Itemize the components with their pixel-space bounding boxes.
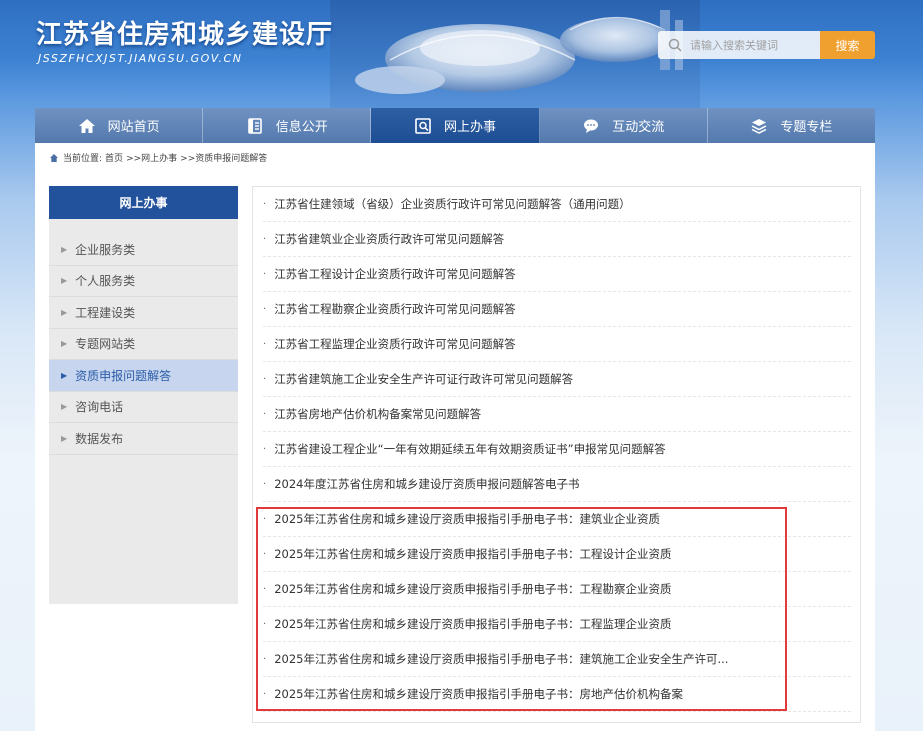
list-item-title: 江苏省建设工程企业“一年有效期延续五年有效期资质证书”申报常见问题解答 bbox=[274, 442, 666, 456]
sidebar-item-label: 工程建设类 bbox=[75, 305, 136, 320]
bullet: · bbox=[263, 513, 267, 525]
sidebar-item-label: 专题网站类 bbox=[75, 337, 136, 352]
list-item[interactable]: · 江苏省房地产估价机构备案常见问题解答 bbox=[263, 397, 851, 432]
search-box bbox=[658, 31, 820, 59]
list-item-title: 江苏省房地产估价机构备案常见问题解答 bbox=[274, 407, 482, 421]
nav-label: 互动交流 bbox=[612, 120, 665, 135]
list-item-title: 2025年江苏省住房和城乡建设厅资质申报指引手册电子书：工程监理企业资质 bbox=[274, 617, 672, 631]
bullet: · bbox=[263, 548, 267, 560]
bullet: · bbox=[263, 268, 267, 280]
list-item[interactable]: · 江苏省建筑业企业资质行政许可常见问题解答 bbox=[263, 222, 851, 257]
list-item[interactable]: · 江苏省工程监理企业资质行政许可常见问题解答 bbox=[263, 327, 851, 362]
bullet: · bbox=[263, 303, 267, 315]
chevron-right-icon: ▶ bbox=[61, 276, 68, 286]
list-item-title: 2025年江苏省住房和城乡建设厅资质申报指引手册电子书：工程勘察企业资质 bbox=[274, 582, 672, 596]
breadcrumb-prefix: 当前位置: bbox=[63, 154, 103, 164]
list-item[interactable]: · 江苏省工程勘察企业资质行政许可常见问题解答 bbox=[263, 292, 851, 327]
chevron-right-icon: ▶ bbox=[61, 433, 68, 443]
sidebar-item-enterprise[interactable]: ▶ 企业服务类 bbox=[49, 234, 238, 266]
bullet: · bbox=[263, 478, 267, 490]
list-item-title: 江苏省工程监理企业资质行政许可常见问题解答 bbox=[274, 337, 516, 351]
sidebar-title: 网上办事 bbox=[49, 186, 238, 219]
sidebar-item-data-release[interactable]: ▶ 数据发布 bbox=[49, 423, 238, 455]
search-button[interactable]: 搜索 bbox=[820, 31, 875, 59]
nav-item-interaction[interactable]: 互动交流 bbox=[539, 108, 708, 143]
bullet: · bbox=[263, 408, 267, 420]
chevron-right-icon: ▶ bbox=[61, 339, 68, 349]
sidebar-item-construction[interactable]: ▶ 工程建设类 bbox=[49, 297, 238, 329]
sidebar-item-qualification-faq[interactable]: ▶ 资质申报问题解答 bbox=[49, 360, 238, 392]
list-item-title: 2025年江苏省住房和城乡建设厅资质申报指引手册电子书：建筑业企业资质 bbox=[274, 512, 660, 526]
document-icon bbox=[247, 117, 262, 134]
nav-item-topics[interactable]: 专题专栏 bbox=[707, 108, 876, 143]
list-item[interactable]: · 江苏省建设工程企业“一年有效期延续五年有效期资质证书”申报常见问题解答 bbox=[263, 432, 851, 467]
list-item[interactable]: · 江苏省住建领域（省级）企业资质行政许可常见问题解答（通用问题） bbox=[263, 187, 851, 222]
chevron-right-icon: ▶ bbox=[61, 244, 68, 254]
chat-icon bbox=[584, 119, 599, 133]
article-list: · 江苏省住建领域（省级）企业资质行政许可常见问题解答（通用问题） · 江苏省建筑业… bbox=[252, 186, 861, 723]
list-item[interactable]: · 2025年江苏省住房和城乡建设厅资质申报指引手册电子书：工程勘察企业资质 bbox=[263, 572, 851, 607]
list-item-title: 2025年江苏省住房和城乡建设厅资质申报指引手册电子书：工程设计企业资质 bbox=[274, 547, 672, 561]
sidebar-item-phone[interactable]: ▶ 咨询电话 bbox=[49, 392, 238, 423]
list-item[interactable]: · 2025年江苏省住房和城乡建设厅资质申报指引手册电子书：工程监理企业资质 bbox=[263, 607, 851, 642]
bullet: · bbox=[263, 583, 267, 595]
list-item[interactable]: · 2024年度江苏省住房和城乡建设厅资质申报问题解答电子书 bbox=[263, 467, 851, 502]
search-icon bbox=[668, 38, 682, 52]
nav-item-info[interactable]: 信息公开 bbox=[203, 108, 372, 143]
list-item[interactable]: · 2025年江苏省住房和城乡建设厅资质申报指引手册电子书：工程设计企业资质 bbox=[263, 537, 851, 572]
search-input[interactable] bbox=[690, 38, 810, 52]
list-item-title: 2025年江苏省住房和城乡建设厅资质申报指引手册电子书：房地产估价机构备案 bbox=[274, 687, 683, 701]
layers-icon bbox=[752, 118, 767, 134]
list-item-title: 江苏省建筑业企业资质行政许可常见问题解答 bbox=[274, 232, 505, 246]
home-icon bbox=[78, 118, 95, 133]
sidebar-item-personal[interactable]: ▶ 个人服务类 bbox=[49, 266, 238, 297]
list-item-title: 江苏省工程勘察企业资质行政许可常见问题解答 bbox=[274, 302, 516, 316]
sidebar-item-special-sites[interactable]: ▶ 专题网站类 bbox=[49, 329, 238, 360]
bullet: · bbox=[263, 338, 267, 350]
list-item-title: 江苏省住建领域（省级）企业资质行政许可常见问题解答（通用问题） bbox=[274, 197, 631, 211]
list-item[interactable]: · 2025年江苏省住房和城乡建设厅资质申报指引手册电子书：建筑业企业资质 bbox=[263, 502, 851, 537]
list-item-title: 2024年度江苏省住房和城乡建设厅资质申报问题解答电子书 bbox=[274, 477, 580, 491]
service-icon bbox=[415, 117, 431, 134]
breadcrumb-current: >>资质申报问题解答 bbox=[180, 154, 268, 164]
main-nav: 网站首页 信息公开 网上办事 互动交流 专题专栏 bbox=[35, 108, 876, 143]
breadcrumb: 当前位置: 首页 >>网上办事 >>资质申报问题解答 bbox=[35, 143, 875, 172]
bullet: · bbox=[263, 688, 267, 700]
nav-label: 信息公开 bbox=[275, 120, 328, 135]
breadcrumb-home-link[interactable]: 首页 bbox=[105, 151, 123, 164]
chevron-right-icon: ▶ bbox=[61, 307, 68, 317]
sidebar-item-label: 数据发布 bbox=[75, 431, 124, 446]
sidebar-item-label: 企业服务类 bbox=[75, 242, 136, 257]
bullet: · bbox=[263, 373, 267, 385]
nav-label: 专题专栏 bbox=[780, 120, 833, 135]
sidebar-list: ▶ 企业服务类 ▶ 个人服务类 ▶ 工程建设类 ▶ 专题网站类 ▶ 资质申报问题… bbox=[49, 234, 238, 455]
list-item-title: 2025年江苏省住房和城乡建设厅资质申报指引手册电子书：建筑施工企业安全生产许可… bbox=[274, 652, 729, 666]
header-banner-image bbox=[330, 0, 700, 108]
chevron-right-icon: ▶ bbox=[61, 370, 68, 380]
list-item[interactable]: · 江苏省工程设计企业资质行政许可常见问题解答 bbox=[263, 257, 851, 292]
list-item-title: 江苏省建筑施工企业安全生产许可证行政许可常见问题解答 bbox=[274, 372, 574, 386]
chevron-right-icon: ▶ bbox=[61, 402, 68, 412]
list-item[interactable]: · 2025年江苏省住房和城乡建设厅资质申报指引手册电子书：建筑施工企业安全生产许… bbox=[263, 642, 851, 677]
bullet: · bbox=[263, 618, 267, 630]
bullet: · bbox=[263, 653, 267, 665]
site-title[interactable]: 江苏省住房和城乡建设厅 bbox=[36, 14, 333, 51]
site-domain: JSSZFHCXJST.JIANGSU.GOV.CN bbox=[38, 52, 243, 65]
sidebar-item-label: 咨询电话 bbox=[75, 400, 124, 415]
nav-item-services[interactable]: 网上办事 bbox=[371, 108, 540, 143]
nav-label: 网上办事 bbox=[444, 120, 497, 135]
bullet: · bbox=[263, 443, 267, 455]
bullet: · bbox=[263, 233, 267, 245]
sidebar-item-label: 个人服务类 bbox=[75, 274, 136, 289]
nav-label: 网站首页 bbox=[107, 120, 160, 135]
list-item[interactable]: · 江苏省建筑施工企业安全生产许可证行政许可常见问题解答 bbox=[263, 362, 851, 397]
sidebar-item-label: 资质申报问题解答 bbox=[75, 368, 172, 383]
sidebar: 网上办事 ▶ 企业服务类 ▶ 个人服务类 ▶ 工程建设类 ▶ 专题网站类 ▶ 资… bbox=[49, 186, 238, 604]
nav-item-home[interactable]: 网站首页 bbox=[35, 108, 204, 143]
breadcrumb-level1-link[interactable]: >>网上办事 bbox=[126, 151, 177, 164]
bullet: · bbox=[263, 198, 267, 210]
list-item-title: 江苏省工程设计企业资质行政许可常见问题解答 bbox=[274, 267, 516, 281]
list-item[interactable]: · 2025年江苏省住房和城乡建设厅资质申报指引手册电子书：房地产估价机构备案 bbox=[263, 677, 851, 712]
home-icon bbox=[50, 153, 58, 162]
